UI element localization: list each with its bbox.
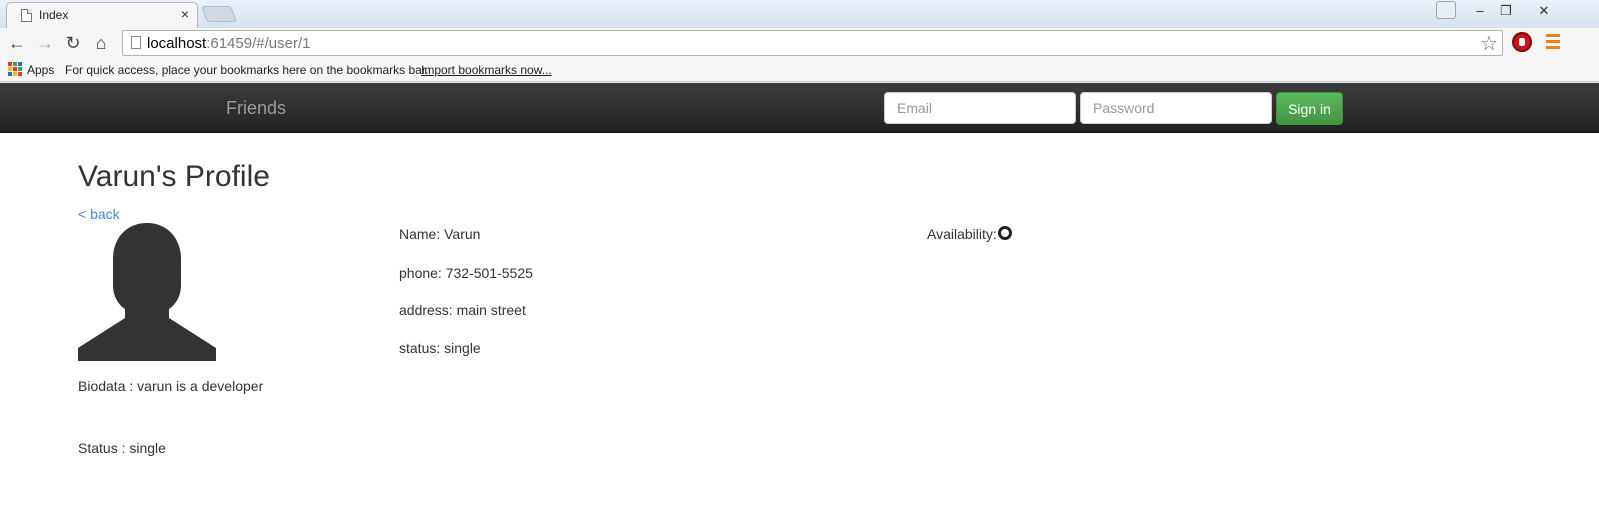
page-icon [21, 9, 32, 22]
back-arrow-icon[interactable]: ← [6, 32, 28, 54]
bookmarks-bar: Apps For quick access, place your bookma… [0, 58, 1599, 82]
profile-icon[interactable] [1436, 1, 1456, 19]
bookmark-star-icon[interactable]: ☆ [1480, 31, 1498, 56]
browser-tab[interactable]: Index × [6, 2, 198, 28]
phone-field: phone: 732-501-5525 [399, 265, 533, 281]
avatar-silhouette-icon [78, 223, 216, 361]
availability-status-icon [997, 226, 1012, 240]
brand-link[interactable]: Friends [226, 98, 286, 119]
reload-icon[interactable]: ↻ [62, 32, 84, 54]
tab-strip: Index × – ❐ ✕ [0, 0, 1599, 28]
status-field: status: single [399, 340, 481, 356]
url-text: localhost:61459/#/user/1 [147, 35, 311, 52]
availability-field: Availability: [927, 226, 1012, 242]
new-tab-button[interactable] [201, 6, 237, 22]
apps-grid-icon[interactable] [8, 62, 22, 76]
bookmarks-hint: For quick access, place your bookmarks h… [65, 63, 429, 77]
chrome-menu-icon[interactable] [1546, 34, 1560, 50]
browser-toolbar: ← → ↻ ⌂ localhost:61459/#/user/1 ☆ [0, 28, 1599, 58]
browser-chrome: Index × – ❐ ✕ ← → ↻ ⌂ localhost:61459/#/… [0, 0, 1599, 83]
biodata-text: Biodata : varun is a developer [78, 378, 264, 394]
import-bookmarks-link[interactable]: Import bookmarks now... [421, 63, 552, 77]
apps-link[interactable]: Apps [27, 63, 54, 77]
restore-icon[interactable]: ❐ [1494, 2, 1518, 20]
tab-close-icon[interactable]: × [181, 6, 189, 22]
sign-in-button[interactable]: Sign in [1276, 92, 1343, 125]
name-field: Name: Varun [399, 226, 481, 242]
home-icon[interactable]: ⌂ [90, 32, 112, 54]
back-link[interactable]: < back [78, 206, 120, 222]
minimize-icon[interactable]: – [1468, 2, 1492, 20]
address-field: address: main street [399, 302, 526, 318]
app-navbar: Friends Sign in [0, 83, 1599, 133]
availability-label: Availability: [927, 226, 997, 242]
page-icon [131, 36, 141, 49]
address-bar[interactable]: localhost:61459/#/user/1 ☆ [122, 30, 1503, 56]
forward-arrow-icon[interactable]: → [34, 32, 56, 54]
adblock-extension-icon[interactable] [1512, 32, 1532, 52]
email-input[interactable] [884, 92, 1076, 124]
password-input[interactable] [1080, 92, 1272, 124]
page-title: Varun's Profile [78, 160, 270, 193]
tab-title: Index [39, 8, 69, 22]
status-text: Status : single [78, 440, 166, 456]
window-close-icon[interactable]: ✕ [1532, 2, 1556, 20]
